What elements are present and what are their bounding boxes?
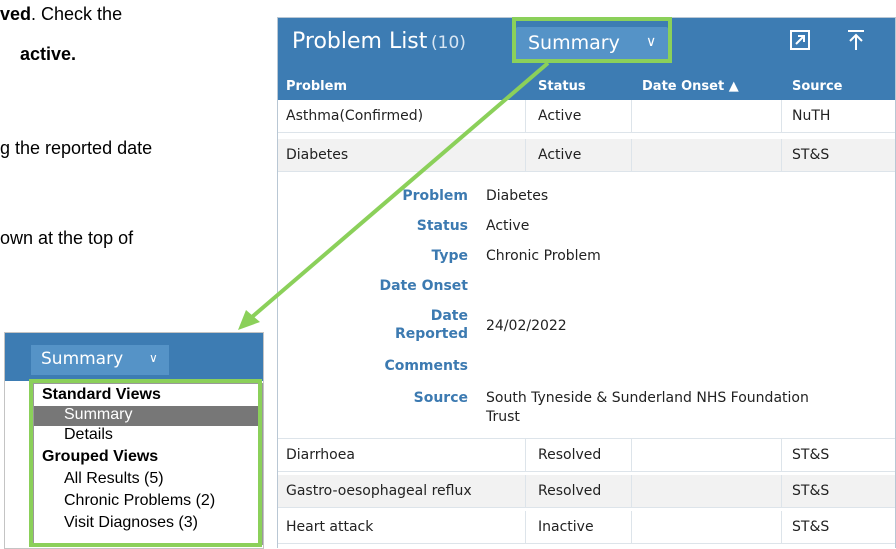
inset-view-dropdown-label: Summary bbox=[41, 349, 124, 369]
menu-highlight-box bbox=[29, 379, 262, 547]
chevron-down-icon: ∨ bbox=[149, 351, 158, 365]
dropdown-inset: Summary ∨ Standard Views Summary Details… bbox=[4, 332, 264, 549]
inset-header: Summary ∨ bbox=[5, 333, 263, 381]
inset-view-dropdown[interactable]: Summary ∨ bbox=[31, 345, 169, 375]
